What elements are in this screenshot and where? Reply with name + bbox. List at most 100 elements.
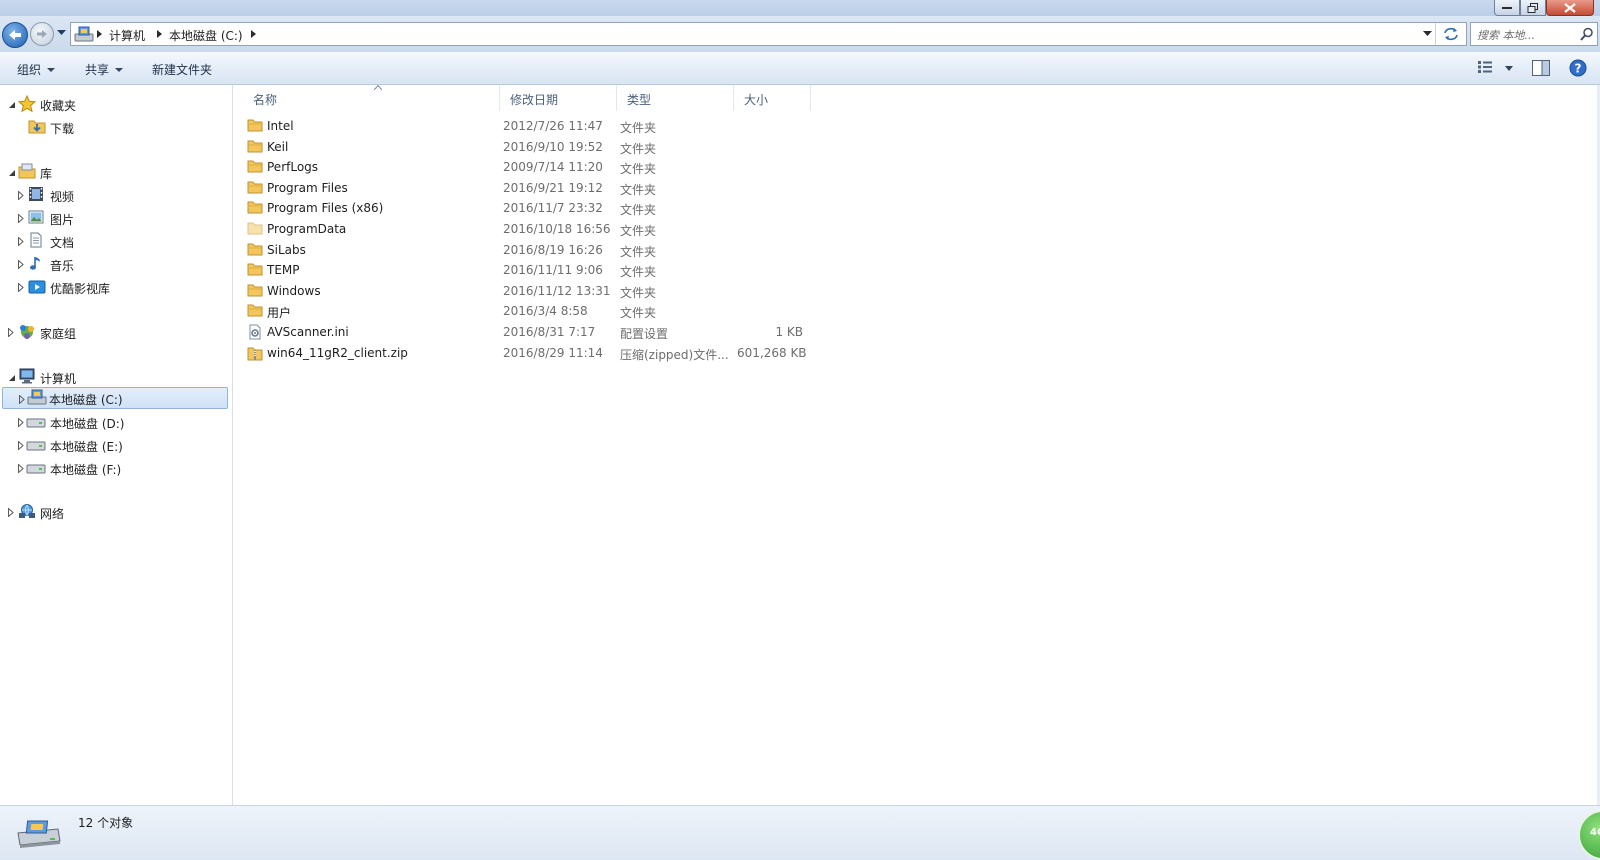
column-header-date[interactable]: 修改日期 — [500, 85, 617, 111]
collapse-arrow-icon[interactable] — [8, 166, 16, 180]
tree-item-label: 本地磁盘 (F:) — [50, 463, 122, 477]
homegroup-icon — [18, 323, 36, 341]
tree-item-youku[interactable]: 优酷影视库 — [18, 276, 228, 298]
expand-arrow-icon[interactable] — [18, 212, 24, 226]
tree-item-label: 下载 — [50, 122, 75, 136]
search-icon[interactable] — [1580, 27, 1594, 41]
file-date: 2016/11/7 23:32 — [503, 201, 603, 216]
youku-library-icon — [28, 278, 46, 294]
download-folder-icon — [28, 118, 46, 134]
file-name: PerfLogs — [267, 160, 319, 175]
view-options-icon[interactable] — [1478, 60, 1496, 74]
share-menu-button[interactable]: 共享 — [85, 61, 124, 78]
breadcrumb-separator-icon[interactable] — [157, 30, 162, 38]
expand-arrow-icon[interactable] — [18, 462, 24, 476]
preview-pane-icon[interactable] — [1532, 60, 1550, 76]
expand-arrow-icon[interactable] — [18, 281, 24, 295]
help-icon[interactable]: ? — [1569, 59, 1587, 77]
folder-icon — [247, 180, 263, 194]
file-row[interactable]: Program Files (x86) 2016/11/7 23:32 文件夹 — [243, 198, 823, 218]
file-date: 2016/9/21 19:12 — [503, 180, 603, 195]
refresh-icon — [1443, 27, 1459, 41]
expand-arrow-icon[interactable] — [8, 506, 14, 520]
refresh-button[interactable] — [1435, 23, 1466, 45]
column-header-size[interactable]: 大小 — [734, 85, 811, 111]
file-row[interactable]: 用户 2016/3/4 8:58 文件夹 — [243, 301, 823, 321]
file-row[interactable]: PerfLogs 2009/7/14 11:20 文件夹 — [243, 157, 823, 177]
expand-arrow-icon[interactable] — [19, 393, 25, 407]
tree-favorites[interactable]: 收藏夹 — [8, 93, 228, 115]
breadcrumb-local-disk-c[interactable]: 本地磁盘 (C:) — [169, 27, 243, 44]
expand-arrow-icon[interactable] — [8, 326, 14, 340]
collapse-arrow-icon[interactable] — [8, 371, 16, 385]
expand-arrow-icon[interactable] — [18, 258, 24, 272]
tree-item-drive-c[interactable]: 本地磁盘 (C:) — [2, 387, 228, 409]
back-button[interactable] — [2, 22, 28, 48]
tree-item-videos[interactable]: 视频 — [18, 184, 228, 206]
file-type: 配置设置 — [620, 327, 669, 341]
close-button[interactable] — [1546, 0, 1594, 16]
file-row[interactable]: AVScanner.ini 2016/8/31 7:17 配置设置 1 KB — [243, 322, 823, 342]
tree-item-pictures[interactable]: 图片 — [18, 207, 228, 229]
minimize-button[interactable] — [1494, 0, 1520, 16]
file-row[interactable]: Intel 2012/7/26 11:47 文件夹 — [243, 116, 823, 136]
file-date: 2016/11/11 9:06 — [503, 263, 603, 278]
breadcrumb-separator-icon[interactable] — [251, 30, 256, 38]
breadcrumb-computer[interactable]: 计算机 — [109, 27, 145, 44]
tree-item-drive-d[interactable]: 本地磁盘 (D:) — [18, 411, 228, 433]
new-folder-button[interactable]: 新建文件夹 — [152, 61, 212, 78]
file-row[interactable]: ProgramData 2016/10/18 16:56 文件夹 — [243, 219, 823, 239]
search-input[interactable] — [1475, 25, 1575, 45]
collapse-arrow-icon[interactable] — [8, 98, 16, 112]
column-header-type[interactable]: 类型 — [617, 85, 734, 111]
expand-arrow-icon[interactable] — [18, 439, 24, 453]
recent-pages-dropdown-icon[interactable] — [57, 30, 66, 36]
file-row[interactable]: Keil 2016/9/10 19:52 文件夹 — [243, 137, 823, 157]
breadcrumb-separator-icon[interactable] — [97, 30, 102, 38]
tree-homegroup[interactable]: 家庭组 — [8, 321, 228, 343]
expand-arrow-icon[interactable] — [18, 235, 24, 249]
tree-item-documents[interactable]: 文档 — [18, 230, 228, 252]
folder-icon — [247, 303, 263, 317]
system-drive-icon — [27, 389, 47, 405]
tree-item-label: 音乐 — [50, 259, 75, 273]
folder-icon — [247, 118, 263, 132]
tree-homegroup-label: 家庭组 — [40, 327, 77, 341]
expand-arrow-icon[interactable] — [18, 189, 24, 203]
file-row[interactable]: SiLabs 2016/8/19 16:26 文件夹 — [243, 240, 823, 260]
tree-item-download[interactable]: 下载 — [28, 116, 228, 138]
file-row[interactable]: win64_11gR2_client.zip 2016/8/29 11:14 压缩(… — [243, 343, 823, 363]
file-row[interactable]: Program Files 2016/9/21 19:12 文件夹 — [243, 178, 823, 198]
address-bar[interactable]: 计算机 本地磁盘 (C:) — [70, 22, 1467, 46]
view-dropdown-icon[interactable] — [1505, 66, 1513, 71]
tree-network[interactable]: 网络 — [8, 501, 228, 523]
column-header-name[interactable]: 名称 — [243, 85, 500, 111]
tree-libraries[interactable]: 库 — [8, 161, 228, 183]
library-icon — [18, 163, 36, 179]
share-label: 共享 — [85, 63, 110, 77]
column-header-label: 修改日期 — [510, 93, 559, 107]
file-row[interactable]: TEMP 2016/11/11 9:06 文件夹 — [243, 260, 823, 280]
file-row[interactable]: Windows 2016/11/12 13:31 文件夹 — [243, 281, 823, 301]
expand-arrow-icon[interactable] — [18, 416, 24, 430]
file-name: Intel — [267, 119, 294, 133]
maximize-button[interactable] — [1520, 0, 1546, 16]
tree-item-drive-f[interactable]: 本地磁盘 (F:) — [18, 457, 228, 479]
address-history-dropdown-icon[interactable] — [1423, 31, 1432, 37]
file-list: 名称 修改日期 类型 大小 Intel 2012/7/26 11:47 文件夹 Kei… — [233, 85, 1597, 805]
forward-button[interactable] — [30, 22, 54, 46]
file-type: 文件夹 — [620, 244, 657, 259]
restore-icon — [1527, 2, 1539, 13]
search-box[interactable] — [1470, 22, 1598, 46]
file-type: 文件夹 — [620, 306, 657, 321]
tree-computer[interactable]: 计算机 — [8, 366, 228, 388]
folder-icon — [247, 200, 263, 214]
organize-menu-button[interactable]: 组织 — [17, 61, 56, 78]
folder-icon — [247, 283, 263, 297]
tree-item-music[interactable]: 音乐 — [18, 253, 228, 275]
file-type: 文件夹 — [620, 121, 657, 135]
tree-item-drive-e[interactable]: 本地磁盘 (E:) — [18, 434, 228, 456]
file-date: 2012/7/26 11:47 — [503, 119, 603, 133]
file-date: 2016/3/4 8:58 — [503, 304, 588, 319]
tree-item-label: 优酷影视库 — [50, 282, 111, 296]
